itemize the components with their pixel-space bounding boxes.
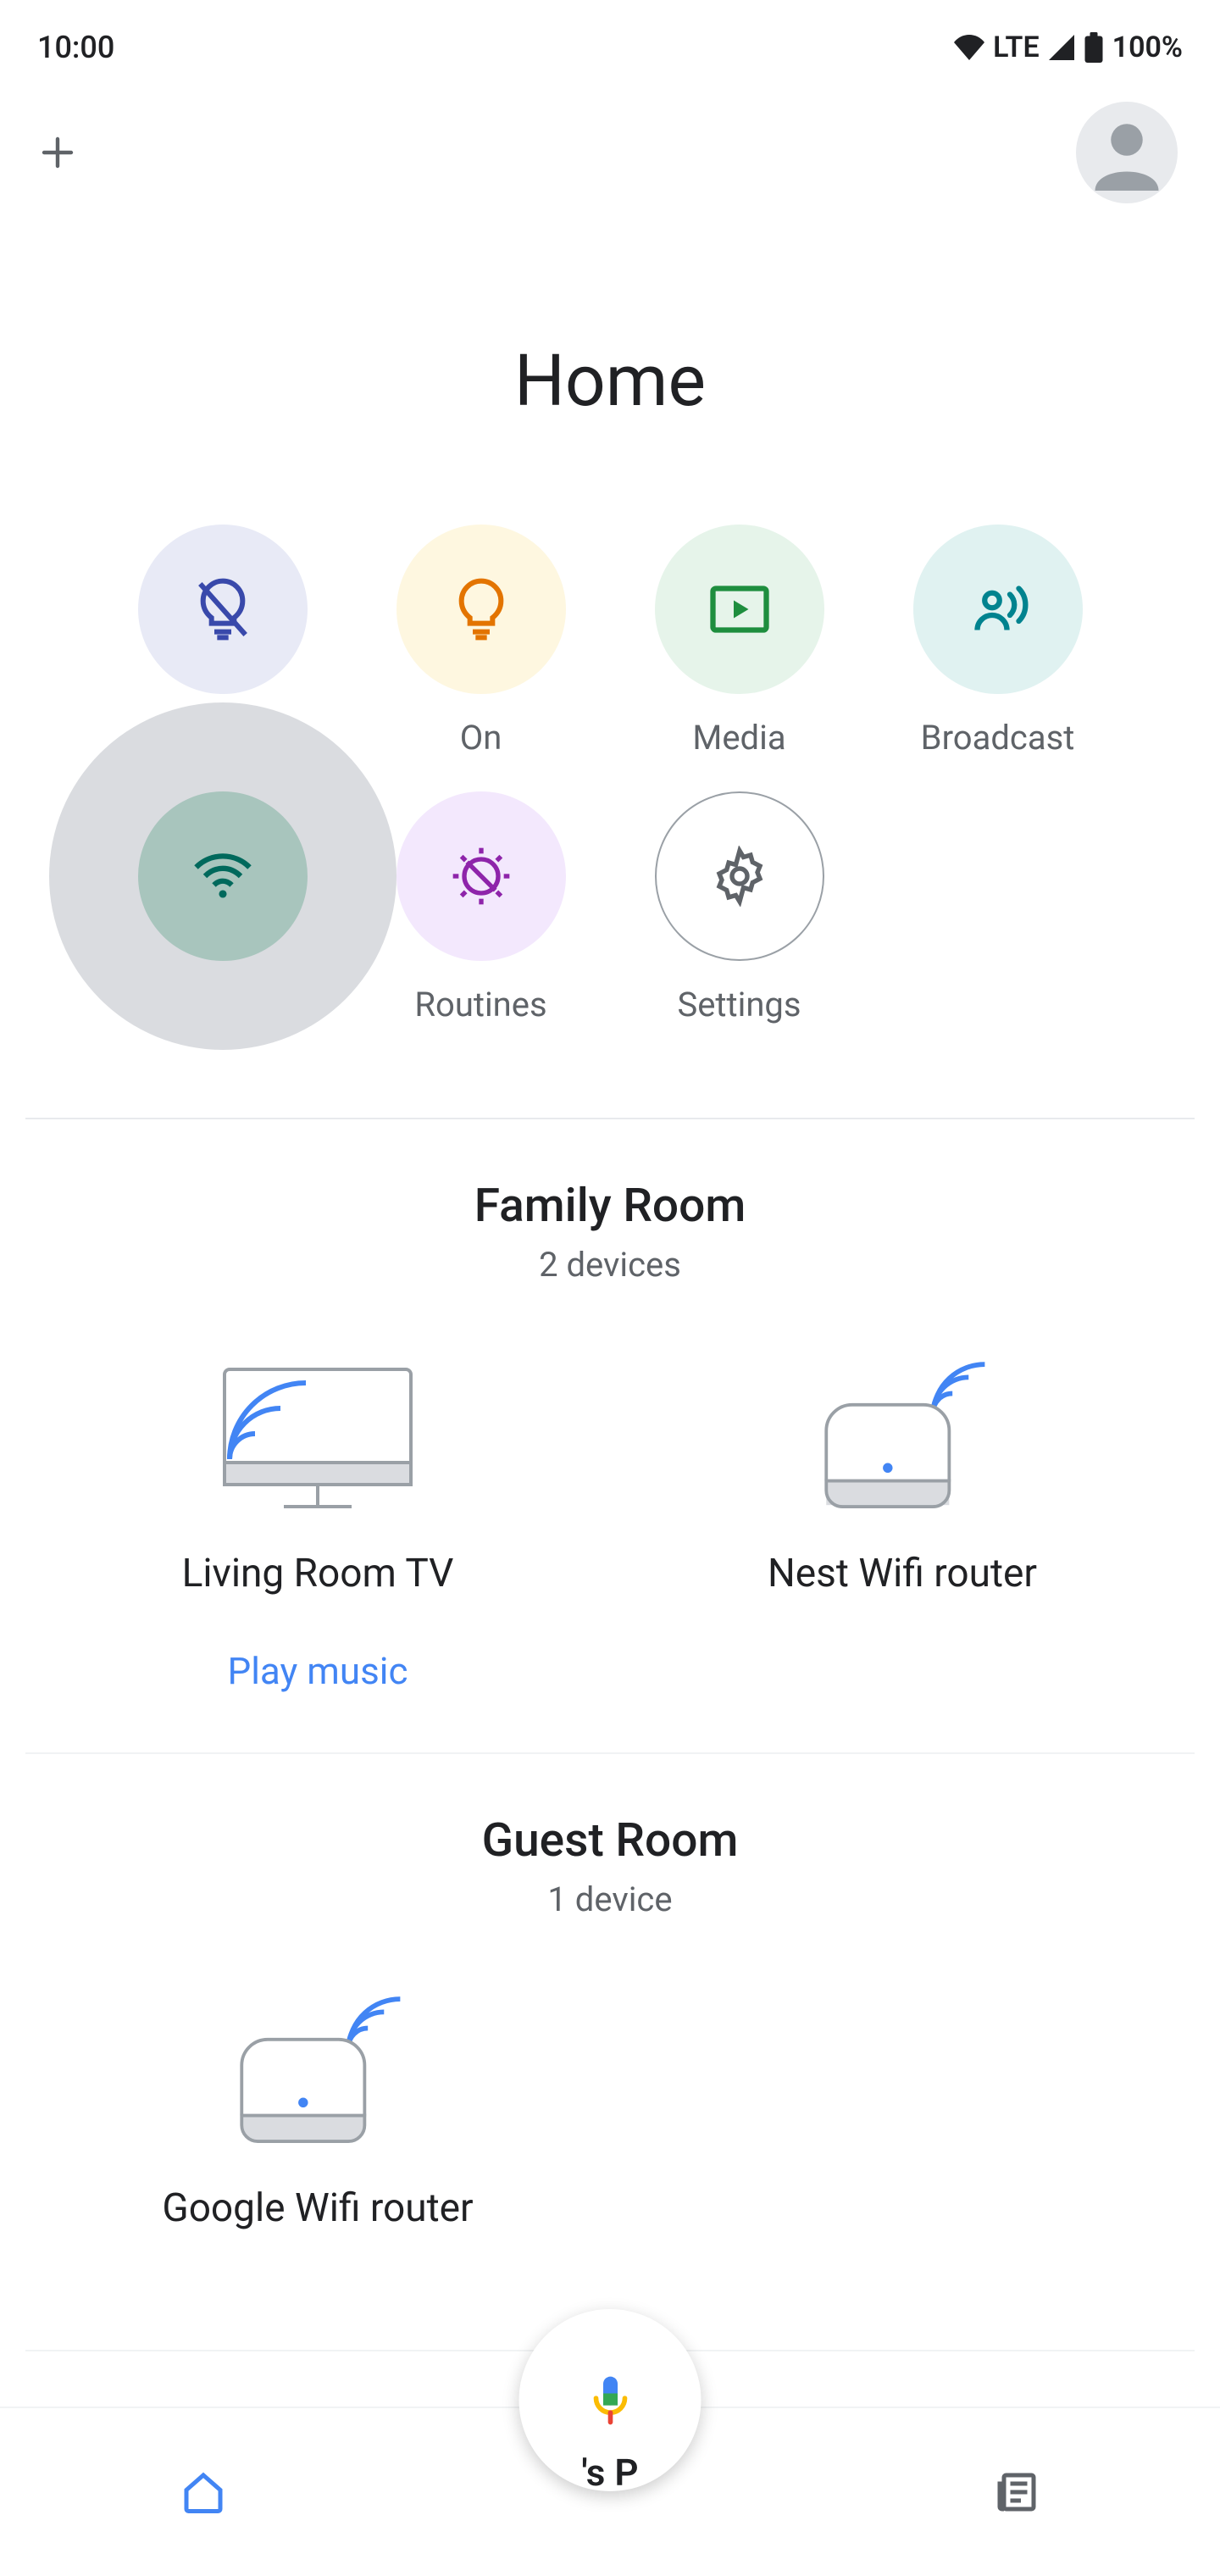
nav-feed[interactable]	[813, 2467, 1220, 2518]
room-device-count: 2 devices	[25, 1245, 1195, 1285]
gear-icon	[709, 846, 770, 907]
quick-actions-grid: Off On Media Broadcast	[0, 525, 1220, 1024]
battery-label: 100%	[1112, 31, 1183, 64]
wifi-router-icon	[229, 1996, 407, 2148]
page-title: Home	[0, 339, 1220, 423]
action-broadcast-label: Broadcast	[921, 718, 1075, 758]
action-on-label: On	[460, 718, 502, 758]
action-routines-label: Routines	[414, 985, 546, 1024]
action-on[interactable]: On	[380, 525, 583, 758]
device-google-wifi-router[interactable]: Google Wifi router	[25, 1987, 610, 2231]
wifi-signal-icon	[954, 35, 984, 60]
microphone-icon	[581, 2372, 639, 2429]
voice-assistant-button[interactable]: 's P	[519, 2309, 702, 2491]
lightbulb-off-icon	[189, 575, 257, 643]
lightbulb-on-icon	[447, 575, 515, 643]
room-family: Family Room 2 devices Living Room TV Pla…	[0, 1119, 1220, 1754]
person-icon	[1089, 114, 1165, 191]
mic-partial-text: 's P	[581, 2451, 638, 2495]
action-media[interactable]: Media	[638, 525, 841, 758]
device-nest-wifi-router[interactable]: Nest Wifi router	[610, 1352, 1195, 1693]
action-routines[interactable]: Routines	[380, 791, 583, 1024]
feed-icon	[991, 2467, 1042, 2518]
action-broadcast[interactable]: Broadcast	[896, 525, 1100, 758]
action-wifi[interactable]: Wi-Fi	[121, 791, 324, 1024]
account-avatar[interactable]	[1076, 102, 1178, 203]
network-label: LTE	[993, 31, 1040, 64]
play-rect-icon	[704, 574, 775, 645]
cast-tv-icon	[216, 1361, 419, 1513]
action-media-label: Media	[692, 718, 785, 758]
status-bar: 10:00 LTE 100%	[0, 0, 1220, 85]
status-indicators: LTE 100%	[954, 31, 1183, 64]
room-device-count: 1 device	[25, 1879, 1195, 1919]
nav-home[interactable]	[0, 2467, 407, 2518]
room-title[interactable]: Guest Room	[25, 1813, 1195, 1868]
room-title[interactable]: Family Room	[25, 1179, 1195, 1233]
home-icon	[178, 2467, 229, 2518]
room-guest: Guest Room 1 device Google Wifi router	[0, 1754, 1220, 2351]
device-label: Nest Wifi router	[768, 1551, 1037, 1596]
action-settings-label: Settings	[677, 985, 801, 1024]
wifi-icon	[187, 841, 258, 912]
cell-signal-icon	[1048, 35, 1075, 60]
battery-icon	[1084, 32, 1104, 63]
wifi-router-icon	[813, 1361, 991, 1513]
top-bar	[0, 85, 1220, 237]
device-label: Google Wifi router	[162, 2185, 473, 2231]
device-living-room-tv[interactable]: Living Room TV Play music	[25, 1352, 610, 1693]
action-settings[interactable]: Settings	[638, 791, 841, 1024]
device-action-play-music[interactable]: Play music	[227, 1649, 408, 1693]
plus-icon	[37, 132, 78, 173]
device-label: Living Room TV	[182, 1551, 454, 1596]
routines-icon	[447, 842, 515, 910]
broadcast-icon	[962, 574, 1034, 645]
status-time: 10:00	[37, 30, 114, 65]
add-button[interactable]	[34, 129, 81, 176]
